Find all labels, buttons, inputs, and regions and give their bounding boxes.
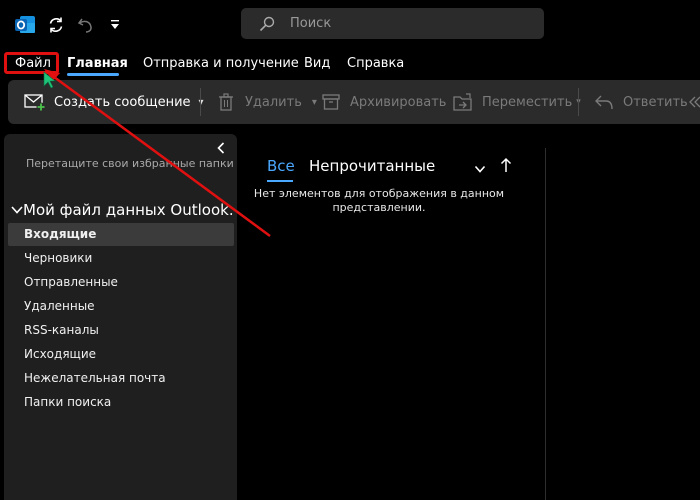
chevron-down-icon[interactable] xyxy=(474,160,486,173)
move-label: Переместить xyxy=(482,94,573,110)
new-message-label: Создать сообщение xyxy=(54,94,191,110)
folder-search[interactable]: Папки поиска xyxy=(24,395,111,409)
empty-list-message: Нет элементов для отображения в данном п… xyxy=(253,187,505,214)
sort-arrow-up-icon[interactable] xyxy=(500,157,512,173)
folder-deleted[interactable]: Удаленные xyxy=(24,299,95,313)
folder-sent[interactable]: Отправленные xyxy=(24,275,118,289)
new-message-button[interactable]: Создать сообщение ▾ xyxy=(24,80,204,124)
delete-button[interactable]: Удалить ▾ xyxy=(215,80,317,124)
delete-label: Удалить xyxy=(245,94,302,110)
reply-icon xyxy=(593,91,615,113)
title-bar: Поиск xyxy=(0,0,700,48)
move-to-folder-icon xyxy=(452,91,474,113)
filter-unread-tab[interactable]: Непрочитанные xyxy=(309,157,435,175)
folder-rss[interactable]: RSS-каналы xyxy=(24,323,99,337)
reply-all-icon[interactable] xyxy=(689,80,700,124)
active-filter-indicator xyxy=(267,180,293,182)
account-name: Мой файл данных Outlook... xyxy=(23,201,233,219)
outlook-logo-icon xyxy=(14,14,36,36)
folder-pane xyxy=(4,134,237,500)
favorites-drag-hint: Перетащите свои избранные папки сю xyxy=(26,157,235,170)
tab-view[interactable]: Вид xyxy=(304,56,330,71)
ribbon-divider xyxy=(578,88,579,116)
tab-help[interactable]: Справка xyxy=(347,56,404,71)
search-placeholder: Поиск xyxy=(290,16,332,31)
folder-outbox[interactable]: Исходящие xyxy=(24,347,96,361)
sync-icon[interactable] xyxy=(46,14,66,36)
pane-divider[interactable] xyxy=(545,148,546,500)
ribbon-toolbar: Создать сообщение ▾ Удалить ▾ Архивирова… xyxy=(8,80,700,124)
annotation-highlight-box xyxy=(4,52,59,74)
search-icon xyxy=(259,16,275,32)
archive-button[interactable]: Архивировать xyxy=(320,80,446,124)
archive-icon xyxy=(320,91,342,113)
reply-button[interactable]: Ответить xyxy=(593,80,688,124)
trash-icon xyxy=(215,91,237,113)
archive-label: Архивировать xyxy=(350,94,447,110)
folder-junk[interactable]: Нежелательная почта xyxy=(24,371,166,385)
collapse-pane-icon[interactable] xyxy=(217,142,225,157)
ribbon-divider xyxy=(200,88,201,116)
account-header[interactable]: Мой файл данных Outlook... xyxy=(11,201,233,219)
chevron-down-icon[interactable]: ▾ xyxy=(312,97,317,108)
reply-label: Ответить xyxy=(623,94,688,110)
new-mail-icon xyxy=(24,91,46,113)
active-tab-indicator xyxy=(67,73,119,76)
tab-send-receive[interactable]: Отправка и получение xyxy=(143,56,299,71)
outlook-window: Поиск Файл Главная Отправка и получение … xyxy=(0,0,700,500)
tab-home[interactable]: Главная xyxy=(67,56,128,71)
undo-icon[interactable] xyxy=(76,14,96,36)
filter-all-tab[interactable]: Все xyxy=(267,157,295,175)
chevron-down-icon[interactable] xyxy=(11,206,23,214)
move-button[interactable]: Переместить ▾ xyxy=(452,80,581,124)
customize-qat-icon[interactable] xyxy=(108,14,122,36)
search-input[interactable]: Поиск xyxy=(241,8,544,39)
folder-inbox[interactable]: Входящие xyxy=(24,227,96,241)
folder-drafts[interactable]: Черновики xyxy=(24,251,92,265)
